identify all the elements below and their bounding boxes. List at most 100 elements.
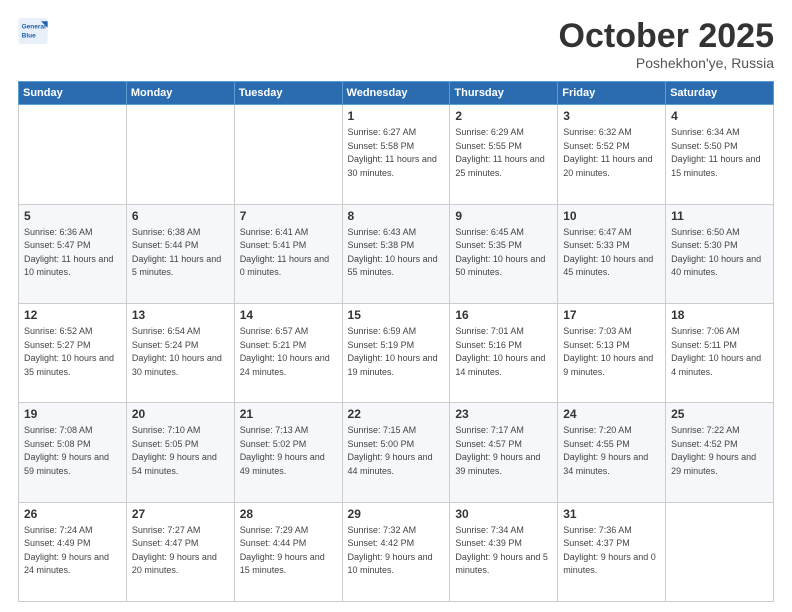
calendar-cell: 15 Sunrise: 6:59 AMSunset: 5:19 PMDaylig… bbox=[342, 304, 450, 403]
day-number: 9 bbox=[455, 209, 552, 223]
calendar-cell: 5 Sunrise: 6:36 AMSunset: 5:47 PMDayligh… bbox=[19, 204, 127, 303]
day-number: 11 bbox=[671, 209, 768, 223]
calendar-cell bbox=[666, 502, 774, 601]
day-info: Sunrise: 6:47 AMSunset: 5:33 PMDaylight:… bbox=[563, 227, 653, 278]
calendar-header-day: Tuesday bbox=[234, 82, 342, 105]
calendar-cell: 27 Sunrise: 7:27 AMSunset: 4:47 PMDaylig… bbox=[126, 502, 234, 601]
month-title: October 2025 bbox=[559, 18, 774, 55]
calendar-cell: 16 Sunrise: 7:01 AMSunset: 5:16 PMDaylig… bbox=[450, 304, 558, 403]
day-number: 18 bbox=[671, 308, 768, 322]
svg-text:Blue: Blue bbox=[22, 33, 36, 40]
day-info: Sunrise: 6:52 AMSunset: 5:27 PMDaylight:… bbox=[24, 326, 114, 377]
calendar-header-day: Monday bbox=[126, 82, 234, 105]
calendar-header-day: Friday bbox=[558, 82, 666, 105]
calendar-cell: 30 Sunrise: 7:34 AMSunset: 4:39 PMDaylig… bbox=[450, 502, 558, 601]
day-number: 27 bbox=[132, 507, 229, 521]
location: Poshekhon'ye, Russia bbox=[559, 55, 774, 71]
calendar-header-row: SundayMondayTuesdayWednesdayThursdayFrid… bbox=[19, 82, 774, 105]
calendar-cell: 1 Sunrise: 6:27 AMSunset: 5:58 PMDayligh… bbox=[342, 105, 450, 204]
calendar-header-day: Thursday bbox=[450, 82, 558, 105]
calendar-cell: 21 Sunrise: 7:13 AMSunset: 5:02 PMDaylig… bbox=[234, 403, 342, 502]
day-info: Sunrise: 6:27 AMSunset: 5:58 PMDaylight:… bbox=[348, 127, 437, 178]
calendar-table: SundayMondayTuesdayWednesdayThursdayFrid… bbox=[18, 81, 774, 602]
day-info: Sunrise: 7:27 AMSunset: 4:47 PMDaylight:… bbox=[132, 525, 217, 576]
day-number: 21 bbox=[240, 407, 337, 421]
day-number: 26 bbox=[24, 507, 121, 521]
day-number: 4 bbox=[671, 109, 768, 123]
calendar-cell: 20 Sunrise: 7:10 AMSunset: 5:05 PMDaylig… bbox=[126, 403, 234, 502]
calendar-cell bbox=[19, 105, 127, 204]
day-number: 15 bbox=[348, 308, 445, 322]
day-info: Sunrise: 7:32 AMSunset: 4:42 PMDaylight:… bbox=[348, 525, 433, 576]
calendar-header-day: Sunday bbox=[19, 82, 127, 105]
day-info: Sunrise: 7:10 AMSunset: 5:05 PMDaylight:… bbox=[132, 425, 217, 476]
calendar-cell: 11 Sunrise: 6:50 AMSunset: 5:30 PMDaylig… bbox=[666, 204, 774, 303]
day-number: 16 bbox=[455, 308, 552, 322]
calendar-cell: 3 Sunrise: 6:32 AMSunset: 5:52 PMDayligh… bbox=[558, 105, 666, 204]
day-info: Sunrise: 7:15 AMSunset: 5:00 PMDaylight:… bbox=[348, 425, 433, 476]
page: General Blue October 2025 Poshekhon'ye, … bbox=[0, 0, 792, 612]
calendar-cell: 7 Sunrise: 6:41 AMSunset: 5:41 PMDayligh… bbox=[234, 204, 342, 303]
calendar-cell: 4 Sunrise: 6:34 AMSunset: 5:50 PMDayligh… bbox=[666, 105, 774, 204]
calendar-cell: 24 Sunrise: 7:20 AMSunset: 4:55 PMDaylig… bbox=[558, 403, 666, 502]
calendar-cell: 22 Sunrise: 7:15 AMSunset: 5:00 PMDaylig… bbox=[342, 403, 450, 502]
calendar-cell: 26 Sunrise: 7:24 AMSunset: 4:49 PMDaylig… bbox=[19, 502, 127, 601]
day-info: Sunrise: 7:20 AMSunset: 4:55 PMDaylight:… bbox=[563, 425, 648, 476]
day-info: Sunrise: 6:57 AMSunset: 5:21 PMDaylight:… bbox=[240, 326, 330, 377]
calendar-cell: 29 Sunrise: 7:32 AMSunset: 4:42 PMDaylig… bbox=[342, 502, 450, 601]
day-info: Sunrise: 6:43 AMSunset: 5:38 PMDaylight:… bbox=[348, 227, 438, 278]
day-info: Sunrise: 7:34 AMSunset: 4:39 PMDaylight:… bbox=[455, 525, 548, 576]
day-number: 8 bbox=[348, 209, 445, 223]
title-block: October 2025 Poshekhon'ye, Russia bbox=[559, 18, 774, 71]
calendar-week-row: 26 Sunrise: 7:24 AMSunset: 4:49 PMDaylig… bbox=[19, 502, 774, 601]
calendar-cell: 13 Sunrise: 6:54 AMSunset: 5:24 PMDaylig… bbox=[126, 304, 234, 403]
day-info: Sunrise: 6:29 AMSunset: 5:55 PMDaylight:… bbox=[455, 127, 544, 178]
calendar-cell: 14 Sunrise: 6:57 AMSunset: 5:21 PMDaylig… bbox=[234, 304, 342, 403]
calendar-cell bbox=[234, 105, 342, 204]
calendar-week-row: 12 Sunrise: 6:52 AMSunset: 5:27 PMDaylig… bbox=[19, 304, 774, 403]
day-number: 29 bbox=[348, 507, 445, 521]
calendar-cell: 25 Sunrise: 7:22 AMSunset: 4:52 PMDaylig… bbox=[666, 403, 774, 502]
calendar-cell: 19 Sunrise: 7:08 AMSunset: 5:08 PMDaylig… bbox=[19, 403, 127, 502]
day-info: Sunrise: 7:08 AMSunset: 5:08 PMDaylight:… bbox=[24, 425, 109, 476]
day-info: Sunrise: 6:41 AMSunset: 5:41 PMDaylight:… bbox=[240, 227, 329, 278]
day-info: Sunrise: 7:17 AMSunset: 4:57 PMDaylight:… bbox=[455, 425, 540, 476]
calendar-week-row: 5 Sunrise: 6:36 AMSunset: 5:47 PMDayligh… bbox=[19, 204, 774, 303]
calendar-cell: 17 Sunrise: 7:03 AMSunset: 5:13 PMDaylig… bbox=[558, 304, 666, 403]
day-number: 10 bbox=[563, 209, 660, 223]
day-info: Sunrise: 6:50 AMSunset: 5:30 PMDaylight:… bbox=[671, 227, 761, 278]
calendar-cell: 10 Sunrise: 6:47 AMSunset: 5:33 PMDaylig… bbox=[558, 204, 666, 303]
day-number: 25 bbox=[671, 407, 768, 421]
day-number: 24 bbox=[563, 407, 660, 421]
day-info: Sunrise: 6:38 AMSunset: 5:44 PMDaylight:… bbox=[132, 227, 221, 278]
day-number: 20 bbox=[132, 407, 229, 421]
day-info: Sunrise: 7:13 AMSunset: 5:02 PMDaylight:… bbox=[240, 425, 325, 476]
day-number: 3 bbox=[563, 109, 660, 123]
day-info: Sunrise: 6:34 AMSunset: 5:50 PMDaylight:… bbox=[671, 127, 760, 178]
day-number: 2 bbox=[455, 109, 552, 123]
day-info: Sunrise: 6:36 AMSunset: 5:47 PMDaylight:… bbox=[24, 227, 113, 278]
calendar-header-day: Saturday bbox=[666, 82, 774, 105]
day-number: 23 bbox=[455, 407, 552, 421]
day-number: 28 bbox=[240, 507, 337, 521]
calendar-cell: 28 Sunrise: 7:29 AMSunset: 4:44 PMDaylig… bbox=[234, 502, 342, 601]
day-number: 14 bbox=[240, 308, 337, 322]
day-number: 5 bbox=[24, 209, 121, 223]
day-info: Sunrise: 6:32 AMSunset: 5:52 PMDaylight:… bbox=[563, 127, 652, 178]
calendar-header-day: Wednesday bbox=[342, 82, 450, 105]
calendar-week-row: 19 Sunrise: 7:08 AMSunset: 5:08 PMDaylig… bbox=[19, 403, 774, 502]
calendar-cell: 6 Sunrise: 6:38 AMSunset: 5:44 PMDayligh… bbox=[126, 204, 234, 303]
logo: General Blue bbox=[18, 18, 48, 44]
day-number: 17 bbox=[563, 308, 660, 322]
day-number: 1 bbox=[348, 109, 445, 123]
calendar-cell: 9 Sunrise: 6:45 AMSunset: 5:35 PMDayligh… bbox=[450, 204, 558, 303]
calendar-week-row: 1 Sunrise: 6:27 AMSunset: 5:58 PMDayligh… bbox=[19, 105, 774, 204]
day-info: Sunrise: 7:03 AMSunset: 5:13 PMDaylight:… bbox=[563, 326, 653, 377]
day-number: 12 bbox=[24, 308, 121, 322]
day-info: Sunrise: 7:01 AMSunset: 5:16 PMDaylight:… bbox=[455, 326, 545, 377]
day-number: 30 bbox=[455, 507, 552, 521]
day-number: 13 bbox=[132, 308, 229, 322]
calendar-cell: 8 Sunrise: 6:43 AMSunset: 5:38 PMDayligh… bbox=[342, 204, 450, 303]
logo-icon: General Blue bbox=[18, 18, 48, 44]
day-info: Sunrise: 6:45 AMSunset: 5:35 PMDaylight:… bbox=[455, 227, 545, 278]
